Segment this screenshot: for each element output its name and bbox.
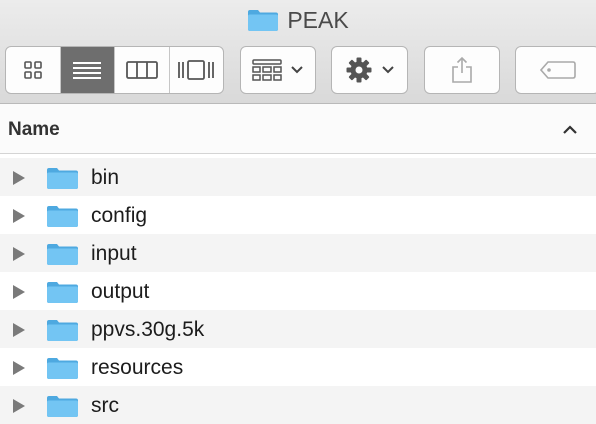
folder-icon <box>47 320 78 341</box>
column-view-button[interactable] <box>115 47 170 93</box>
disclosure-triangle-icon[interactable] <box>12 398 26 414</box>
disclosure-triangle-icon[interactable] <box>12 246 26 262</box>
tag-icon <box>539 61 576 79</box>
columns-icon <box>125 61 158 79</box>
file-name: resources <box>91 356 184 379</box>
list-item[interactable]: src <box>0 386 596 424</box>
file-name: config <box>91 204 148 227</box>
chevron-down-icon <box>291 66 303 74</box>
list-item[interactable]: config <box>0 196 596 234</box>
window-title: PEAK <box>287 6 349 33</box>
arrange-grid-icon <box>252 59 282 81</box>
list-item[interactable]: ppvs.30g.5k <box>0 310 596 348</box>
folder-icon <box>247 8 279 32</box>
disclosure-triangle-icon[interactable] <box>12 208 26 224</box>
list-item[interactable]: bin <box>0 158 596 196</box>
file-name: src <box>91 394 119 417</box>
chevron-down-icon <box>381 66 394 74</box>
file-list: bin config input output ppvs.30g.5k reso… <box>0 158 596 424</box>
list-item[interactable]: resources <box>0 348 596 386</box>
icon-view-button[interactable] <box>6 47 61 93</box>
list-view-button[interactable] <box>60 47 115 93</box>
folder-icon <box>47 168 78 189</box>
cover-flow-icon <box>178 60 215 80</box>
list-item[interactable]: input <box>0 234 596 272</box>
gear-icon <box>346 57 371 83</box>
tags-button[interactable] <box>515 46 596 94</box>
share-button[interactable] <box>424 46 500 94</box>
disclosure-triangle-icon[interactable] <box>12 322 26 338</box>
file-name: output <box>91 280 150 303</box>
list-item[interactable]: output <box>0 272 596 310</box>
file-name: ppvs.30g.5k <box>91 318 205 341</box>
sort-ascending-icon[interactable] <box>562 124 578 135</box>
column-header: Name <box>0 104 596 154</box>
action-button[interactable] <box>331 46 408 94</box>
window-title-bar: PEAK <box>0 5 596 35</box>
list-icon <box>73 62 102 79</box>
folder-icon <box>47 358 78 379</box>
cover-flow-view-button[interactable] <box>170 47 224 93</box>
folder-icon <box>47 396 78 417</box>
disclosure-triangle-icon[interactable] <box>12 360 26 376</box>
arrange-button[interactable] <box>240 46 316 94</box>
disclosure-triangle-icon[interactable] <box>12 170 26 186</box>
folder-icon <box>47 282 78 303</box>
name-column-header[interactable]: Name <box>8 119 60 141</box>
view-mode-control <box>5 46 224 94</box>
folder-icon <box>47 206 78 227</box>
share-icon <box>452 56 472 83</box>
folder-icon <box>47 244 78 265</box>
file-name: input <box>91 242 137 265</box>
grid-icon <box>23 61 42 79</box>
disclosure-triangle-icon[interactable] <box>12 284 26 300</box>
file-name: bin <box>91 166 120 189</box>
window-toolbar: PEAK <box>0 0 596 104</box>
